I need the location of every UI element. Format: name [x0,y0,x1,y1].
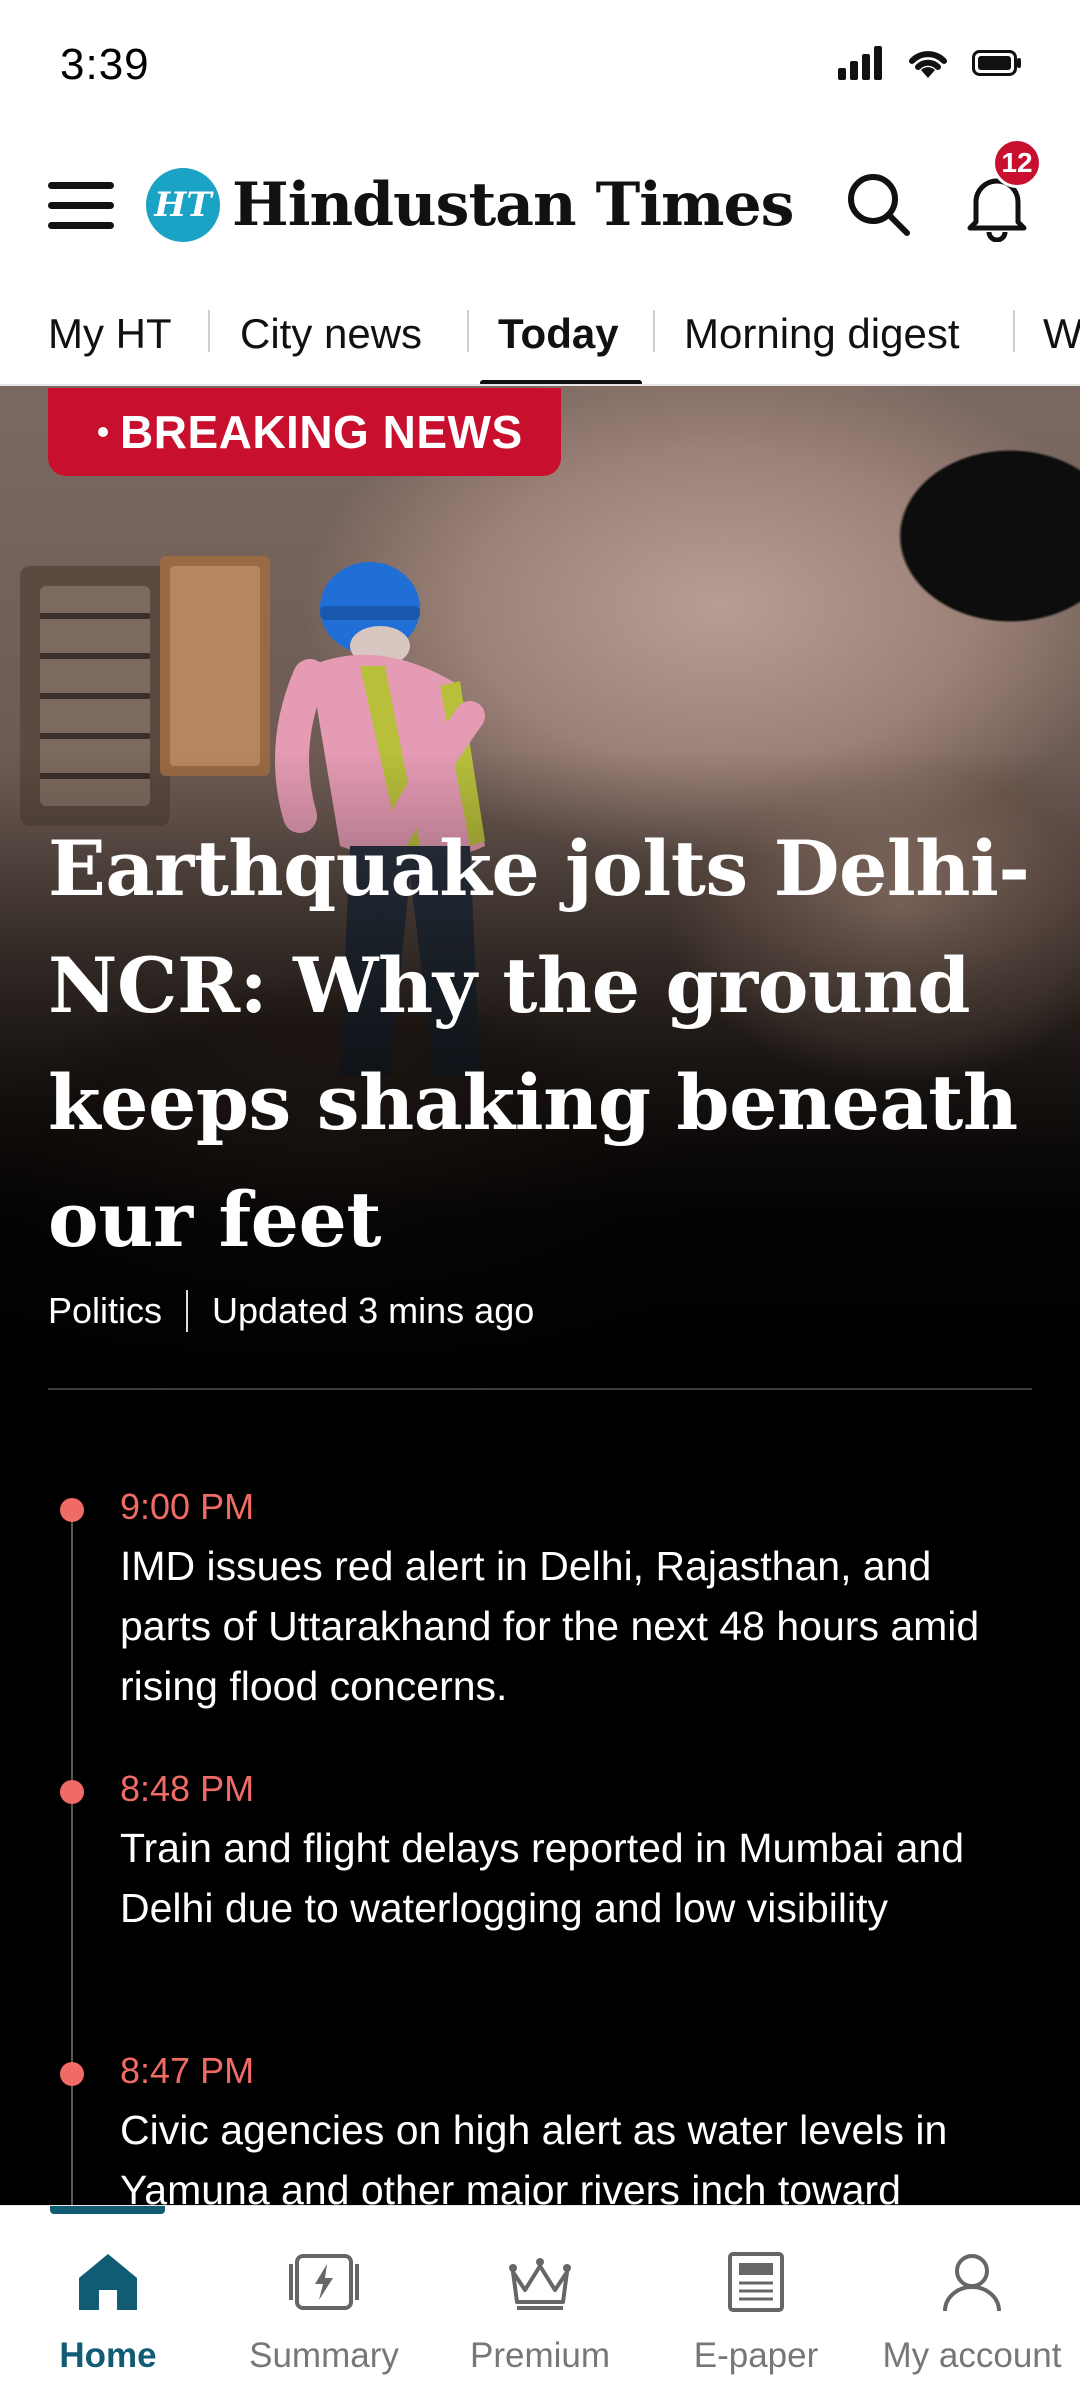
app-header: HT Hindustan Times [0,130,1080,280]
tab-divider [1013,310,1015,352]
nav-premium[interactable]: Premium [432,2242,648,2382]
signal-icon [838,46,882,80]
status-time: 3:39 [60,40,150,89]
home-icon [79,2254,137,2310]
meta-divider [186,1290,189,1332]
timeline-line [71,1500,73,2205]
timeline-dot [60,1780,84,1804]
timeline-dot [60,2062,84,2086]
tab-morning-digest[interactable]: Morning digest [684,310,959,380]
tab-divider [653,310,655,352]
breaking-news-badge: BREAKING NEWS [48,388,561,476]
timeline-text: Train and flight delays reported in Mumb… [120,1825,965,1931]
tab-city-news[interactable]: City news [240,310,422,380]
nav-label: Summary [249,2336,399,2375]
nav-home[interactable]: Home [0,2242,216,2382]
timeline-dot [60,1498,84,1522]
logo[interactable]: HT Hindustan Times [146,168,794,242]
account-icon [943,2254,1001,2312]
nav-label: Home [59,2336,157,2375]
menu-button[interactable] [48,182,114,229]
search-icon [848,174,910,236]
section-tabs: My HT City news Today Morning digest W [0,280,1080,386]
summary-icon [289,2254,359,2310]
divider [48,1388,1032,1390]
story-meta: Politics Updated 3 mins ago [48,1290,534,1332]
headline[interactable]: Earthquake jolts Delhi-NCR: Why the grou… [48,810,1038,1278]
live-updates-timeline: 9:00 PM IMD issues red alert in Delhi, R… [0,1430,1080,2205]
tab-my-ht[interactable]: My HT [48,310,172,380]
category-label[interactable]: Politics [48,1290,162,1332]
nav-label: My account [882,2336,1062,2375]
status-bar: 3:39 [0,0,1080,130]
newspaper-icon [728,2252,784,2312]
timeline-text: Civic agencies on high alert as water le… [120,2107,948,2205]
timeline-time: 8:47 PM [120,2050,255,2091]
battery-icon [972,50,1021,76]
tab-divider [467,310,469,352]
timeline-time: 8:48 PM [120,1768,255,1809]
nav-epaper[interactable]: E-paper [648,2242,864,2382]
active-nav-indicator [50,2206,165,2214]
search-button[interactable] [844,170,914,240]
menu-icon [48,182,114,189]
nav-label: E-paper [693,2336,819,2375]
tab-next[interactable]: W [1043,310,1080,380]
timeline-time: 9:00 PM [120,1486,255,1527]
wifi-icon [909,51,947,78]
logo-text: Hindustan Times [232,170,794,240]
updated-time: Updated 3 mins ago [212,1290,535,1331]
nav-my-account[interactable]: My account [864,2242,1080,2382]
nav-label: Premium [469,2336,611,2375]
crown-icon [509,2258,571,2310]
logo-mark: HT [146,168,220,242]
bottom-navigation: Home Summary Premium E-paper My account [0,2205,1080,2400]
tab-today[interactable]: Today [498,310,619,380]
status-icons [838,46,1022,80]
timeline-text: IMD issues red alert in Delhi, Rajasthan… [120,1543,980,1709]
tab-divider [208,310,210,352]
nav-summary[interactable]: Summary [216,2242,432,2382]
notification-badge: 12 [992,138,1042,188]
